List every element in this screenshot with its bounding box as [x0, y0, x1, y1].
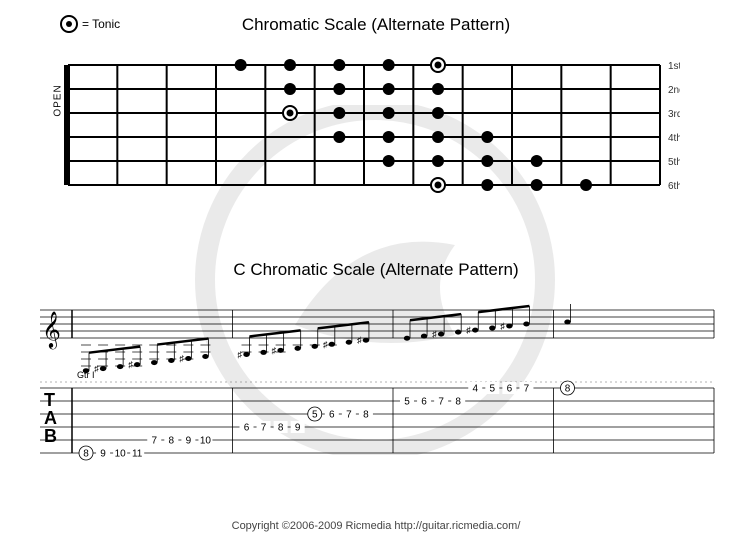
- svg-text:8: 8: [278, 423, 284, 434]
- svg-text:♯: ♯: [238, 349, 243, 359]
- svg-text:A: A: [44, 408, 57, 428]
- svg-text:B: B: [44, 426, 57, 446]
- svg-text:7: 7: [346, 410, 352, 421]
- svg-text:8: 8: [169, 436, 175, 447]
- svg-text:6: 6: [421, 397, 427, 408]
- svg-text:♯: ♯: [179, 354, 184, 364]
- svg-text:6: 6: [244, 423, 250, 434]
- svg-text:8: 8: [565, 384, 571, 395]
- svg-text:7: 7: [438, 397, 444, 408]
- svg-text:10: 10: [200, 436, 212, 447]
- svg-text:6: 6: [329, 410, 335, 421]
- tablature-diagram: 𝄞Gtr ITAB89♯1011♯789♯106♯78♯956♯78♯567♯8…: [32, 300, 722, 480]
- svg-text:8: 8: [363, 410, 369, 421]
- svg-text:4th: 4th: [668, 133, 680, 144]
- svg-text:♯: ♯: [357, 335, 362, 345]
- svg-text:5th: 5th: [668, 157, 680, 168]
- svg-text:♯: ♯: [128, 360, 133, 370]
- svg-text:5: 5: [490, 384, 496, 395]
- svg-text:6th: 6th: [668, 181, 680, 192]
- svg-text:9: 9: [186, 436, 192, 447]
- svg-text:♯: ♯: [272, 345, 277, 355]
- svg-text:5: 5: [404, 397, 410, 408]
- svg-text:♯: ♯: [500, 321, 505, 331]
- svg-text:𝄞: 𝄞: [42, 311, 61, 349]
- svg-text:1st: 1st: [668, 61, 680, 72]
- svg-text:10: 10: [115, 449, 127, 460]
- svg-text:8: 8: [83, 449, 89, 460]
- svg-text:♯: ♯: [432, 329, 437, 339]
- svg-text:7: 7: [261, 423, 267, 434]
- fretboard-diagram: 1st 2nd 3rd 4th 5th 6th: [60, 55, 680, 195]
- svg-text:7: 7: [524, 384, 530, 395]
- svg-text:9: 9: [100, 449, 106, 460]
- svg-text:T: T: [44, 390, 55, 410]
- copyright-text: Copyright ©2006-2009 Ricmedia http://gui…: [0, 520, 752, 532]
- svg-text:6: 6: [507, 384, 513, 395]
- svg-text:♯: ♯: [94, 364, 99, 374]
- tab-title: C Chromatic Scale (Alternate Pattern): [0, 260, 752, 280]
- svg-text:7: 7: [151, 436, 157, 447]
- svg-text:3rd: 3rd: [668, 109, 680, 120]
- svg-text:5: 5: [312, 410, 318, 421]
- svg-text:11: 11: [132, 449, 143, 460]
- svg-text:♯: ♯: [323, 339, 328, 349]
- svg-text:8: 8: [455, 397, 461, 408]
- svg-text:2nd: 2nd: [668, 85, 680, 96]
- svg-text:♯: ♯: [466, 325, 471, 335]
- svg-text:9: 9: [295, 423, 301, 434]
- svg-text:4: 4: [472, 384, 478, 395]
- fretboard-title: Chromatic Scale (Alternate Pattern): [0, 15, 752, 35]
